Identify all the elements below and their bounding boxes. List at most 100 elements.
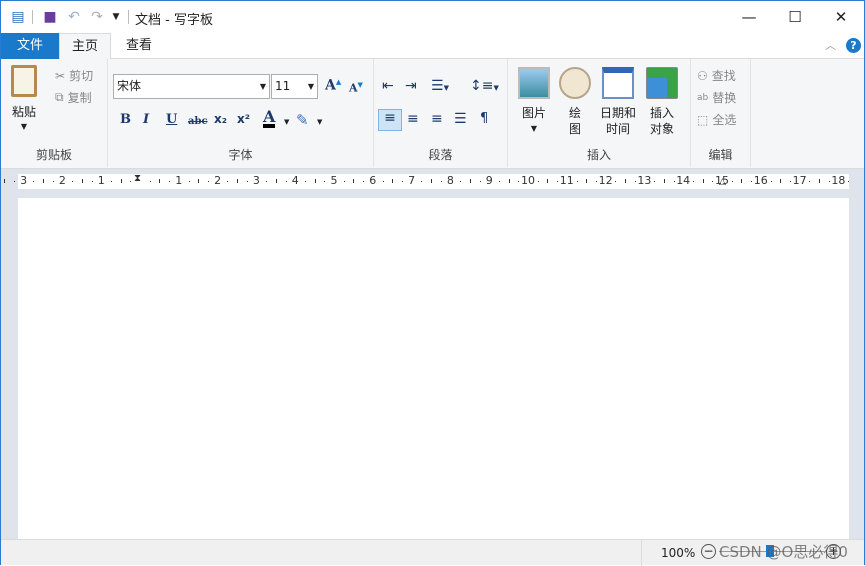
minimize-button[interactable]: — — [726, 1, 772, 32]
ruler-label: 1 — [175, 174, 183, 187]
tab-view[interactable]: 查看 — [113, 33, 165, 59]
ruler-tick — [819, 179, 820, 183]
justify-button[interactable]: ☰ — [454, 111, 467, 127]
font-size-select[interactable]: 11 ▼ — [271, 74, 318, 99]
ruler-tick — [52, 181, 54, 182]
palette-icon — [559, 67, 591, 99]
document-page[interactable] — [18, 198, 849, 539]
ruler-tick — [363, 181, 365, 182]
paste-button[interactable]: 粘贴 ▼ — [7, 65, 41, 131]
first-line-indent-marker[interactable]: ⧗ — [134, 173, 141, 184]
ruler-tick — [712, 181, 714, 182]
ruler-label: 3 — [20, 174, 28, 187]
undo-icon[interactable]: ↶ — [65, 8, 83, 26]
ruler-tick — [159, 179, 161, 183]
find-label: 查找 — [711, 69, 736, 83]
save-icon[interactable]: ■ — [41, 8, 59, 26]
select-all-button[interactable]: ⬚ 全选 — [697, 111, 736, 128]
divider — [32, 10, 33, 24]
cut-button[interactable]: ✂ 剪切 — [55, 67, 93, 84]
ruler-tick — [343, 181, 345, 182]
font-family-select[interactable]: 宋体 ▼ — [113, 74, 270, 99]
chevron-down-icon: ▼ — [530, 124, 538, 133]
chevron-down-icon: ▼ — [259, 82, 266, 91]
date-time-button[interactable]: 日期和时间 — [596, 67, 640, 137]
ruler-tick — [13, 181, 15, 182]
ruler-tick — [149, 181, 151, 182]
collapse-ribbon-icon[interactable]: ︿ — [825, 37, 836, 53]
ruler-tick — [43, 179, 44, 183]
replace-button[interactable]: ab 替换 — [697, 89, 736, 106]
ruler-tick — [702, 179, 704, 183]
help-icon[interactable]: ? — [846, 38, 861, 53]
title-bar: ▤ ■ ↶ ↷ ▼ 文档 - 写字板 — ☐ ✕ — [1, 1, 864, 33]
ruler-tick — [460, 181, 462, 182]
decrease-indent-icon[interactable]: ⇤ — [382, 78, 394, 94]
ribbon: 粘贴 ▼ ✂ 剪切 ⧉ 复制 剪贴板 宋体 ▼ 11 ▼ A▲ A▼ B I U abc… — [1, 59, 864, 169]
ruler-tick — [634, 181, 636, 182]
ruler-label: 4 — [291, 174, 299, 187]
copy-label: 复制 — [67, 91, 92, 105]
ruler-tick — [586, 179, 588, 183]
shrink-font-icon[interactable]: A▼ — [349, 80, 363, 95]
divider — [641, 540, 642, 566]
calendar-clock-icon — [602, 67, 634, 99]
ruler-tick — [4, 179, 6, 183]
ruler-tick — [275, 179, 277, 183]
highlight-icon[interactable]: ✎ — [296, 111, 309, 129]
tab-file[interactable]: 文件 — [1, 33, 59, 59]
italic-button[interactable]: I — [143, 112, 149, 127]
chevron-down-icon[interactable]: ▼ — [284, 118, 289, 126]
customize-dropdown-icon[interactable]: ▼ — [107, 8, 125, 26]
paragraph-icon[interactable]: ¶ — [480, 111, 488, 126]
ruler-tick — [324, 181, 326, 182]
strikethrough-button[interactable]: abc — [188, 116, 208, 127]
ruler-tick — [353, 179, 355, 183]
align-right-button[interactable]: ≡ — [431, 111, 443, 127]
superscript-button[interactable]: x² — [237, 112, 250, 126]
divider — [128, 10, 129, 24]
ruler-label: 7 — [408, 174, 416, 187]
paint-drawing-button[interactable]: 绘图 — [555, 67, 595, 137]
picture-label: 图片 — [521, 106, 546, 120]
copy-button[interactable]: ⧉ 复制 — [55, 89, 92, 106]
redo-icon[interactable]: ↷ — [88, 8, 106, 26]
zoom-out-button[interactable]: − — [701, 544, 716, 559]
align-center-button[interactable]: ≡ — [407, 111, 419, 127]
insert-picture-button[interactable]: 图片 ▼ — [514, 67, 554, 137]
bullet-list-icon[interactable]: ☰▼ — [431, 78, 449, 94]
maximize-button[interactable]: ☐ — [772, 1, 818, 32]
font-color-button[interactable]: A — [263, 109, 276, 128]
ruler-tick — [421, 181, 423, 182]
ruler-tick — [731, 181, 733, 182]
ruler-tick — [595, 181, 597, 182]
paint-label: 绘图 — [568, 106, 581, 136]
align-left-button[interactable]: ≡ — [378, 109, 402, 131]
subscript-button[interactable]: x₂ — [214, 112, 227, 126]
picture-icon — [518, 67, 550, 99]
group-label: 编辑 — [708, 148, 733, 162]
grow-font-icon[interactable]: A▲ — [325, 77, 341, 94]
ruler-tick — [401, 181, 403, 182]
ruler-tick — [440, 181, 442, 182]
ruler-label: 17 — [792, 174, 807, 187]
wordpad-icon[interactable]: ▤ — [9, 8, 27, 26]
ruler-tick — [91, 181, 93, 182]
insert-object-button[interactable]: 插入对象 — [642, 67, 682, 137]
underline-button[interactable]: U — [166, 112, 177, 127]
ruler-label: 2 — [214, 174, 222, 187]
bold-button[interactable]: B — [120, 112, 131, 127]
ruler-label: 8 — [446, 174, 454, 187]
ruler-tick — [207, 181, 209, 182]
find-button[interactable]: ⚇ 查找 — [697, 67, 736, 84]
font-family-value: 宋体 — [117, 79, 142, 93]
increase-indent-icon[interactable]: ⇥ — [405, 78, 417, 94]
line-spacing-icon[interactable]: ↕≡▼ — [470, 78, 499, 94]
close-button[interactable]: ✕ — [818, 1, 864, 32]
ruler-tick — [789, 181, 791, 182]
ruler-tick — [663, 179, 665, 183]
chevron-down-icon[interactable]: ▼ — [317, 118, 322, 126]
tab-home[interactable]: 主页 — [59, 33, 111, 60]
group-paragraph: ⇤ ⇥ ☰▼ ↕≡▼ ≡ ≡ ≡ ☰ ¶ 段落 — [374, 59, 508, 167]
window-title: 文档 - 写字板 — [135, 13, 213, 28]
